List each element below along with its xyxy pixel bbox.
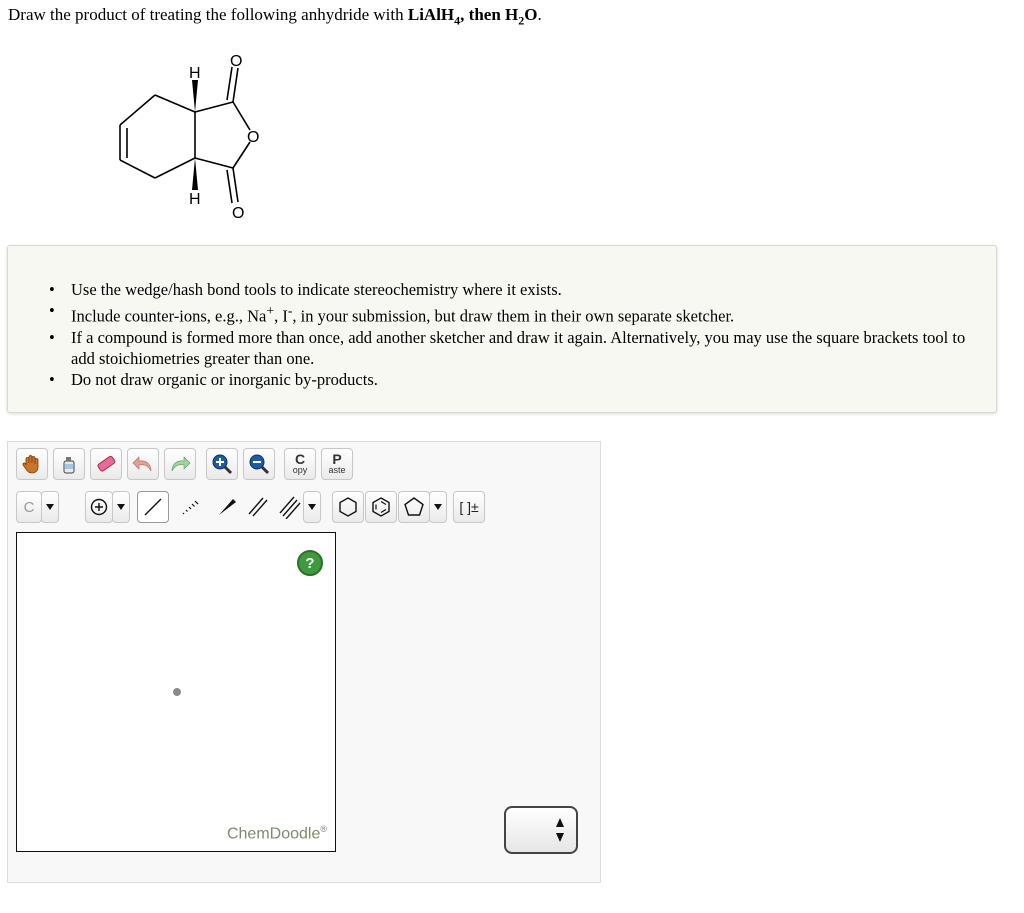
chevron-down-icon	[117, 504, 125, 510]
atom-o-bottom: O	[232, 205, 244, 222]
copy-label: opy	[292, 465, 308, 475]
clear-icon	[63, 457, 75, 474]
help-button[interactable]: ?	[297, 550, 323, 576]
triple-bond-button[interactable]	[274, 491, 306, 523]
element-button[interactable]: C	[16, 491, 42, 523]
chevron-down-icon	[46, 504, 54, 510]
canvas-cursor-dot	[173, 688, 181, 696]
paste-label: aste	[328, 465, 346, 475]
atom-h-bottom: H	[189, 191, 201, 208]
water-end: O	[524, 5, 538, 24]
zoom-in-icon	[212, 454, 233, 475]
charge-plus-icon	[90, 498, 108, 516]
wedge-bond-icon	[219, 499, 236, 515]
hash-bond-button[interactable]	[174, 491, 206, 523]
reagent-base: LiAlH	[407, 5, 455, 24]
double-bond-icon	[248, 497, 268, 517]
instruction-repeat: If a compound is formed more than once, …	[49, 327, 976, 369]
undo-button[interactable]	[127, 448, 159, 480]
question-text: Draw the product of treating the followi…	[8, 4, 542, 26]
zoom-out-button[interactable]	[243, 448, 275, 480]
watermark-text: ChemDoodle	[226, 825, 321, 842]
benzene-button[interactable]	[365, 491, 397, 523]
counterions-mid: , I	[274, 306, 288, 326]
brackets-button[interactable]: [ ]±	[453, 491, 485, 523]
single-bond-button[interactable]	[137, 491, 169, 523]
undo-icon	[132, 456, 152, 472]
question-end: .	[537, 5, 542, 24]
zoom-in-button[interactable]	[206, 448, 238, 480]
hand-icon	[22, 455, 39, 474]
counterions-after: , in your submission, but draw them in t…	[292, 306, 735, 326]
cyclohexane-button[interactable]	[332, 491, 364, 523]
stepper-control[interactable]	[504, 806, 578, 854]
reagent: LiAlH4, then H2O	[407, 5, 538, 26]
eraser-button[interactable]	[90, 448, 122, 480]
question-prefix: Draw the product of treating the followi…	[8, 5, 408, 24]
sodium-charge: +	[266, 303, 275, 318]
atom-o-ring: O	[247, 129, 259, 146]
paste-button[interactable]: P aste	[321, 448, 353, 480]
copy-button[interactable]: C opy	[284, 448, 316, 480]
up-down-arrows-icon	[556, 818, 564, 842]
cyclopentane-icon	[404, 497, 424, 516]
atom-h-top: H	[189, 65, 201, 82]
atom-o-top: O	[230, 53, 242, 70]
bond-dropdown[interactable]	[303, 491, 321, 523]
instructions-panel: Use the wedge/hash bond tools to indicat…	[7, 245, 997, 413]
zoom-out-icon	[249, 454, 270, 475]
anhydride-structure: H H O O O	[119, 53, 259, 222]
element-dropdown[interactable]	[41, 491, 59, 523]
hash-bond-icon	[182, 500, 199, 515]
drawing-canvas[interactable]: ? ChemDoodle®	[16, 532, 336, 852]
wedge-bond-bottom	[192, 158, 198, 190]
counterions-before: Include counter-ions, e.g., Na	[71, 306, 267, 326]
single-bond-icon	[144, 498, 162, 516]
instruction-stereo: Use the wedge/hash bond tools to indicat…	[49, 279, 976, 300]
redo-button[interactable]	[164, 448, 196, 480]
triple-bond-icon	[279, 496, 301, 519]
chevron-down-icon	[308, 504, 316, 510]
instruction-byproducts: Do not draw organic or inorganic by-prod…	[49, 369, 976, 390]
charge-button[interactable]	[85, 491, 113, 523]
redo-icon	[171, 456, 191, 472]
hand-tool-button[interactable]	[16, 448, 48, 480]
registered-mark: ®	[320, 823, 327, 834]
chemdoodle-watermark: ChemDoodle®	[227, 824, 327, 843]
cyclopentane-button[interactable]	[398, 491, 430, 523]
clear-button[interactable]	[53, 448, 85, 480]
cyclohexane-icon	[339, 497, 357, 517]
wedge-bond-button[interactable]	[211, 491, 243, 523]
double-bond-button[interactable]	[242, 491, 274, 523]
ring-dropdown[interactable]	[429, 491, 447, 523]
wedge-bond-top	[192, 80, 198, 112]
chemdoodle-sketcher: C opy P aste C []± ? ChemDoodle®	[7, 441, 601, 883]
eraser-icon	[97, 455, 116, 472]
charge-dropdown[interactable]	[112, 491, 130, 523]
instruction-counterions: Include counter-ions, e.g., Na+, I-, in …	[49, 300, 976, 327]
benzene-icon	[372, 497, 390, 517]
reagent-then: , then H	[460, 5, 519, 24]
chevron-down-icon	[434, 504, 442, 510]
instructions-list: Use the wedge/hash bond tools to indicat…	[49, 279, 976, 390]
